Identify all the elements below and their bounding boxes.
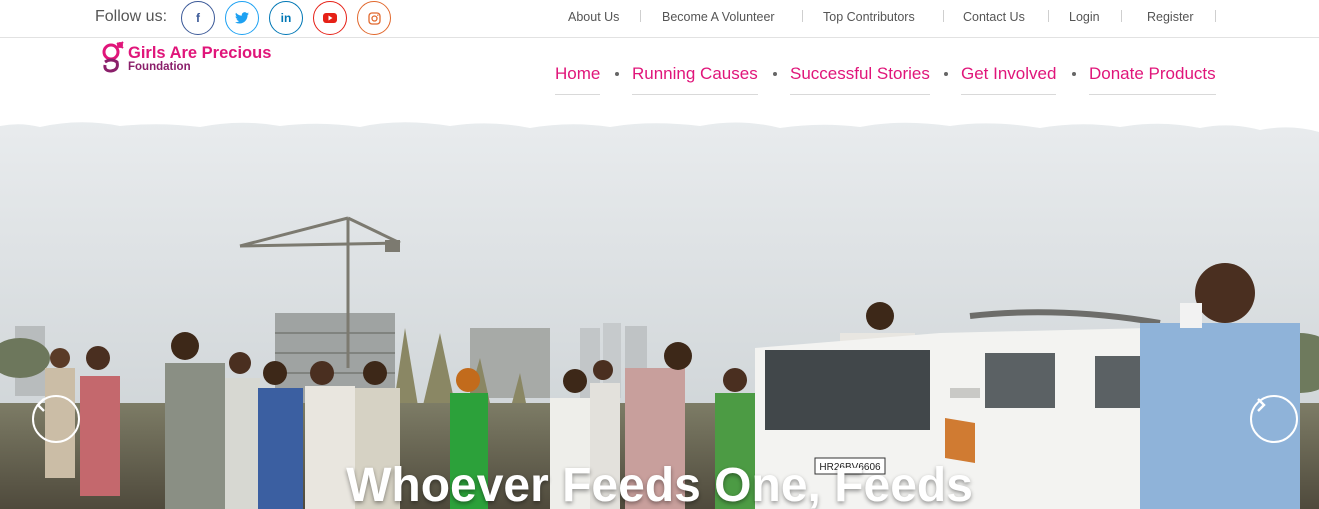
login-link[interactable]: Login bbox=[1069, 9, 1100, 25]
top-bar: Follow us: f in About Us Become A Volunt… bbox=[0, 0, 1319, 38]
chevron-right-icon bbox=[1257, 398, 1266, 412]
site-logo[interactable]: Girls Are Precious Foundation bbox=[100, 40, 280, 76]
nav-donate-products[interactable]: Donate Products bbox=[1089, 63, 1216, 95]
instagram-icon[interactable] bbox=[357, 1, 391, 35]
contact-us-link[interactable]: Contact Us bbox=[963, 9, 1025, 25]
nav-get-involved[interactable]: Get Involved bbox=[961, 63, 1057, 95]
hero-headline: Whoever Feeds One, Feeds bbox=[346, 459, 973, 509]
nav-separator-dot bbox=[1072, 72, 1076, 76]
slider-prev-button[interactable] bbox=[32, 395, 80, 443]
nav-separator-dot bbox=[944, 72, 948, 76]
slider-next-button[interactable] bbox=[1250, 395, 1298, 443]
logo-mark-icon bbox=[102, 41, 124, 73]
chevron-left-icon bbox=[36, 398, 45, 412]
divider bbox=[1215, 10, 1216, 22]
become-volunteer-link[interactable]: Become A Volunteer bbox=[662, 9, 775, 25]
divider bbox=[943, 10, 944, 22]
youtube-icon[interactable] bbox=[313, 1, 347, 35]
divider bbox=[1048, 10, 1049, 22]
divider bbox=[640, 10, 641, 22]
twitter-icon[interactable] bbox=[225, 1, 259, 35]
nav-home[interactable]: Home bbox=[555, 63, 601, 95]
register-link[interactable]: Register bbox=[1147, 9, 1194, 25]
nav-separator-dot bbox=[615, 72, 619, 76]
divider bbox=[802, 10, 803, 22]
divider bbox=[1121, 10, 1122, 22]
hero-photo: HR26BV6606 bbox=[0, 118, 1319, 509]
nav-successful-stories[interactable]: Successful Stories bbox=[790, 63, 930, 95]
top-contributors-link[interactable]: Top Contributors bbox=[823, 9, 915, 25]
nav-separator-dot bbox=[773, 72, 777, 76]
linkedin-icon[interactable]: in bbox=[269, 1, 303, 35]
logo-subtitle: Foundation bbox=[128, 61, 191, 73]
follow-us-label: Follow us: bbox=[95, 8, 168, 25]
facebook-icon[interactable]: f bbox=[181, 1, 215, 35]
nav-running-causes[interactable]: Running Causes bbox=[632, 63, 758, 95]
about-us-link[interactable]: About Us bbox=[568, 9, 619, 25]
hero-slider: HR26BV6606 bbox=[0, 118, 1319, 509]
